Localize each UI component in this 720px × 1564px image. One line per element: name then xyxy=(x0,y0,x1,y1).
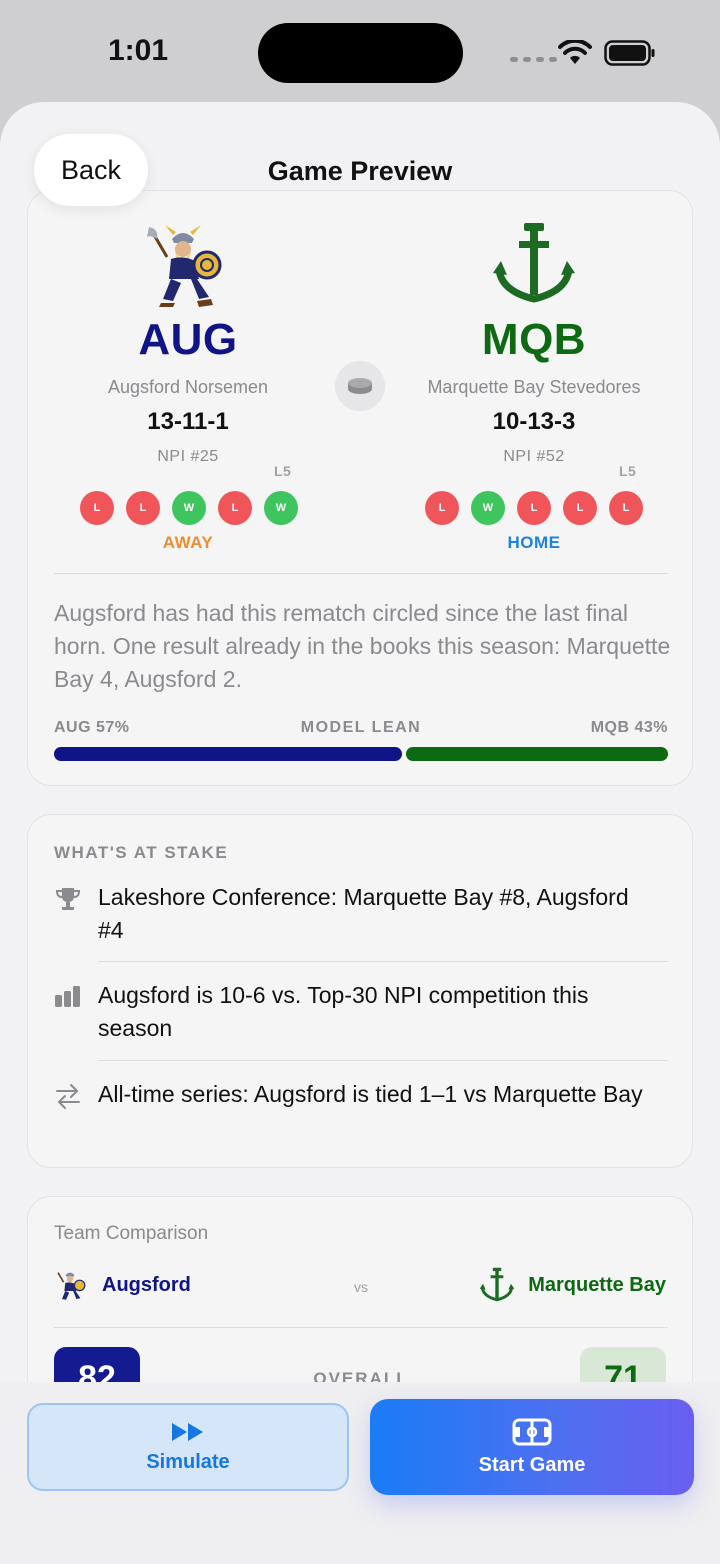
form-pill: L xyxy=(517,491,551,525)
divider xyxy=(54,1327,668,1328)
fast-forward-icon xyxy=(172,1422,203,1441)
back-button[interactable]: Back xyxy=(34,134,148,206)
form-pill: W xyxy=(172,491,206,525)
divider xyxy=(98,1060,668,1061)
stevedores-anchor-logo xyxy=(479,1267,515,1302)
model-lean-labels: AUG 57% MODEL LEAN MQB 43% xyxy=(54,719,668,741)
form-pill: L xyxy=(609,491,643,525)
home-l5-label: L5 xyxy=(619,463,637,479)
stakes-card: WHAT'S AT STAKE Lakeshore Conference: Ma… xyxy=(27,814,693,1168)
norsemen-logo xyxy=(147,225,222,307)
home-record: 10-13-3 xyxy=(492,408,576,435)
comparison-team-b-name: Marquette Bay xyxy=(528,1273,666,1296)
home-team-name: Marquette Bay Stevedores xyxy=(427,377,641,397)
away-abbr: AUG xyxy=(138,315,238,364)
start-game-label: Start Game xyxy=(478,1453,586,1476)
away-recent-form: L L W L W xyxy=(80,491,298,525)
home-abbr: MQB xyxy=(481,315,587,364)
away-team: AUG Augsford Norsemen 13-11-1 NPI #25 xyxy=(38,219,338,466)
form-pill: W xyxy=(471,491,505,525)
home-team: MQB Marquette Bay Stevedores 10-13-3 NPI… xyxy=(384,219,684,466)
away-team-name: Augsford Norsemen xyxy=(107,377,269,397)
bar-chart-icon xyxy=(55,986,80,1007)
action-bar: Simulate Start Game xyxy=(0,1382,720,1564)
form-pill: L xyxy=(425,491,459,525)
comparison-team-b: Marquette Bay xyxy=(478,1265,666,1305)
simulate-label: Simulate xyxy=(146,1450,230,1473)
away-npi: NPI #25 xyxy=(157,448,219,465)
away-l5-label: L5 xyxy=(274,463,292,479)
matchup-card: AUG Augsford Norsemen 13-11-1 NPI #25 MQ… xyxy=(27,190,693,786)
home-recent-form: L W L L L xyxy=(425,491,643,525)
model-lean-title: MODEL LEAN xyxy=(300,719,422,736)
signal-icon xyxy=(510,57,557,62)
puck-icon xyxy=(335,361,385,411)
stevedores-anchor-logo xyxy=(493,223,575,303)
game-preview-sheet: Game Preview AUG Augsford Norsemen 13-11… xyxy=(0,102,720,1564)
swap-arrows-icon xyxy=(56,1084,80,1109)
start-game-button[interactable]: Start Game xyxy=(370,1399,694,1495)
away-lean-segment xyxy=(54,747,402,761)
divider xyxy=(98,961,668,962)
home-side-label: HOME xyxy=(507,533,561,552)
form-pill: W xyxy=(264,491,298,525)
battery-icon xyxy=(604,40,655,66)
form-pill: L xyxy=(80,491,114,525)
wifi-icon xyxy=(558,40,592,64)
dynamic-island xyxy=(258,23,463,83)
away-side-label: AWAY xyxy=(162,533,214,552)
form-pill: L xyxy=(126,491,160,525)
model-lean-bar xyxy=(54,747,668,761)
home-lean-label: MQB 43% xyxy=(590,719,668,736)
stake-text: Augsford is 10-6 vs. Top-30 NPI competit… xyxy=(98,982,589,1041)
rink-icon xyxy=(512,1418,552,1445)
form-pill: L xyxy=(218,491,252,525)
stake-text: Lakeshore Conference: Marquette Bay #8, … xyxy=(98,884,629,943)
divider xyxy=(54,573,668,574)
trophy-icon xyxy=(55,888,81,910)
status-bar: 1:01 xyxy=(0,0,720,100)
stakes-title: WHAT'S AT STAKE xyxy=(54,843,229,862)
simulate-button[interactable]: Simulate xyxy=(27,1403,349,1491)
status-time: 1:01 xyxy=(108,34,169,67)
home-npi: NPI #52 xyxy=(503,448,565,465)
form-pill: L xyxy=(563,491,597,525)
comparison-title: Team Comparison xyxy=(54,1223,209,1244)
stake-text: All-time series: Augsford is tied 1–1 vs… xyxy=(98,1081,643,1107)
away-record: 13-11-1 xyxy=(147,408,229,435)
matchup-story: Augsford has had this rematch circled si… xyxy=(54,600,671,692)
home-lean-segment xyxy=(405,747,668,761)
